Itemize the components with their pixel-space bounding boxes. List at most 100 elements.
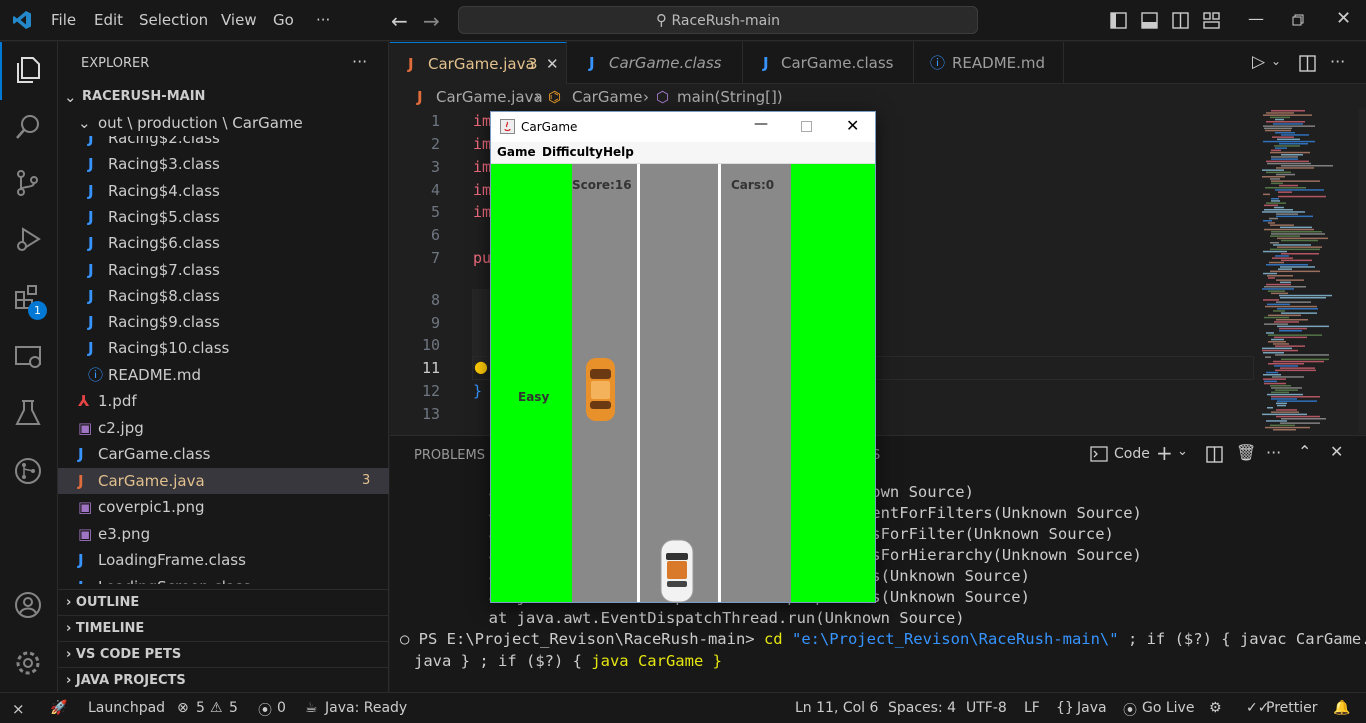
- minimap-line: [1265, 187, 1306, 189]
- close-window-icon[interactable]: ✕: [1336, 8, 1351, 29]
- feedback-icon[interactable]: ⚙: [1209, 700, 1222, 716]
- run-debug-icon[interactable]: [13, 224, 45, 256]
- section-vscode-pets[interactable]: › VS CODE PETS: [58, 641, 389, 667]
- cars-label: Cars:0: [731, 178, 775, 192]
- encoding[interactable]: UTF-8: [966, 700, 1007, 716]
- file-item[interactable]: J Racing$3.class: [58, 151, 389, 177]
- testing-icon[interactable]: [13, 398, 45, 430]
- file-item[interactable]: J CarGame.java 3: [58, 467, 389, 494]
- prettier[interactable]: Prettier: [1266, 700, 1318, 716]
- go-live[interactable]: Go Live: [1142, 700, 1194, 716]
- breadcrumb-method[interactable]: main(String[]): [677, 84, 783, 110]
- minimap-line: [1266, 160, 1309, 163]
- tab-cargame-java[interactable]: J CarGame.java 3 ✕: [390, 42, 567, 84]
- file-item[interactable]: ⅄ 1.pdf: [58, 388, 389, 414]
- new-terminal-icon[interactable]: +: [1156, 441, 1173, 465]
- file-item[interactable]: J CarGame.class: [58, 441, 389, 467]
- tab-problems[interactable]: PROBLEMS: [414, 448, 485, 463]
- split-editor-icon[interactable]: [1299, 55, 1316, 72]
- game-menu-help[interactable]: Help: [603, 145, 634, 159]
- file-item[interactable]: J Racing$2.class: [58, 136, 389, 151]
- tab-cargame-class-1[interactable]: J CarGame.class: [567, 42, 743, 84]
- game-close-icon[interactable]: ✕: [846, 116, 859, 135]
- menu-selection[interactable]: Selection: [139, 11, 208, 29]
- close-panel-icon[interactable]: ✕: [1330, 442, 1343, 461]
- section-outline[interactable]: › OUTLINE: [58, 589, 389, 615]
- game-minimize-icon[interactable]: —: [754, 116, 768, 132]
- run-icon[interactable]: ▷: [1252, 52, 1265, 72]
- customize-layout-icon[interactable]: [1203, 12, 1220, 29]
- breadcrumb-class[interactable]: CarGame: [572, 84, 643, 110]
- menu-more[interactable]: ···: [316, 11, 330, 29]
- close-tab-icon[interactable]: ✕: [546, 43, 559, 85]
- tab-readme[interactable]: ⓘ README.md: [914, 42, 1064, 84]
- ports-count[interactable]: 0: [277, 700, 286, 716]
- menu-edit[interactable]: Edit: [94, 11, 123, 29]
- git-graph-icon[interactable]: [13, 456, 45, 488]
- menu-go[interactable]: Go: [273, 11, 294, 29]
- terminal-dropdown-icon[interactable]: ⌄: [1177, 444, 1188, 459]
- maximize-panel-icon[interactable]: ⌃: [1298, 442, 1311, 461]
- menu-view[interactable]: View: [221, 11, 257, 29]
- file-item[interactable]: ▣ e3.png: [58, 521, 389, 547]
- java-file-icon: J: [88, 136, 94, 147]
- language-mode[interactable]: Java: [1077, 700, 1107, 716]
- split-terminal-icon[interactable]: [1206, 446, 1223, 463]
- indentation[interactable]: Spaces: 4: [888, 700, 956, 716]
- terminal-name[interactable]: Code: [1114, 446, 1150, 462]
- warning-count[interactable]: 5: [229, 700, 238, 716]
- section-timeline[interactable]: › TIMELINE: [58, 615, 389, 641]
- explorer-icon[interactable]: [13, 54, 45, 86]
- toggle-sidebar-icon[interactable]: [1110, 12, 1127, 29]
- forward-arrow-icon[interactable]: →: [423, 9, 440, 33]
- launchpad[interactable]: Launchpad: [88, 700, 165, 716]
- folder-out-production[interactable]: ⌄ out \ production \ CarGame: [58, 110, 389, 136]
- error-count[interactable]: 5: [196, 700, 205, 716]
- game-canvas[interactable]: Score:16 Cars:0 Easy: [491, 164, 875, 603]
- file-item[interactable]: J Racing$5.class: [58, 204, 389, 230]
- file-item[interactable]: J Racing$7.class: [58, 257, 389, 283]
- file-item[interactable]: JLoadingScreen.class: [58, 574, 389, 584]
- file-item[interactable]: J Racing$4.class: [58, 178, 389, 204]
- java-status[interactable]: Java: Ready: [325, 700, 407, 716]
- remote-explorer-icon[interactable]: [13, 342, 45, 374]
- source-control-icon[interactable]: [13, 168, 45, 200]
- minimize-icon[interactable]: —: [1248, 9, 1264, 28]
- file-item[interactable]: J Racing$10.class: [58, 335, 389, 361]
- explorer-more-icon[interactable]: ···: [352, 52, 367, 71]
- toggle-panel-icon[interactable]: [1141, 12, 1158, 29]
- run-dropdown-icon[interactable]: ⌄: [1271, 54, 1281, 68]
- trash-icon[interactable]: 🗑: [1236, 443, 1256, 462]
- menu-file[interactable]: File: [51, 11, 76, 29]
- search-view-icon[interactable]: [13, 112, 45, 144]
- editor-scrollbar[interactable]: [1358, 108, 1366, 434]
- section-java-projects[interactable]: › JAVA PROJECTS: [58, 667, 389, 693]
- breadcrumb-file[interactable]: CarGame.java: [436, 84, 543, 110]
- file-item[interactable]: J LoadingFrame.class: [58, 547, 389, 573]
- editor-more-icon[interactable]: ···: [1330, 52, 1345, 71]
- remote-indicator-icon[interactable]: ⨯: [12, 700, 25, 718]
- file-item[interactable]: ▣ c2.jpg: [58, 415, 389, 441]
- lightbulb-icon[interactable]: ●: [474, 357, 488, 376]
- panel-more-icon[interactable]: ···: [1266, 443, 1281, 462]
- file-item[interactable]: ⓘ README.md: [58, 362, 389, 388]
- file-item[interactable]: J Racing$9.class: [58, 309, 389, 335]
- toggle-secondary-sidebar-icon[interactable]: [1172, 12, 1189, 29]
- command-center-search[interactable]: ⚲ RaceRush-main: [458, 6, 978, 34]
- file-item[interactable]: J Racing$8.class: [58, 283, 389, 309]
- back-arrow-icon[interactable]: ←: [391, 9, 408, 33]
- restore-icon[interactable]: [1292, 14, 1304, 26]
- game-menu-difficulty[interactable]: Difficulty: [542, 145, 603, 159]
- game-maximize-icon[interactable]: [801, 121, 812, 132]
- account-icon[interactable]: [13, 590, 45, 622]
- root-folder[interactable]: ⌄ RACERUSH-MAIN: [58, 84, 389, 110]
- minimap-line: [1276, 301, 1311, 303]
- eol[interactable]: LF: [1024, 700, 1040, 716]
- tab-cargame-class-2[interactable]: J CarGame.class: [743, 42, 914, 84]
- game-menu-game[interactable]: Game: [497, 145, 536, 159]
- cursor-position[interactable]: Ln 11, Col 6: [795, 700, 878, 716]
- file-item[interactable]: J Racing$6.class: [58, 230, 389, 256]
- file-item[interactable]: ▣ coverpic1.png: [58, 494, 389, 520]
- notifications-bell-icon[interactable]: 🔔: [1333, 700, 1350, 716]
- manage-gear-icon[interactable]: [13, 648, 45, 680]
